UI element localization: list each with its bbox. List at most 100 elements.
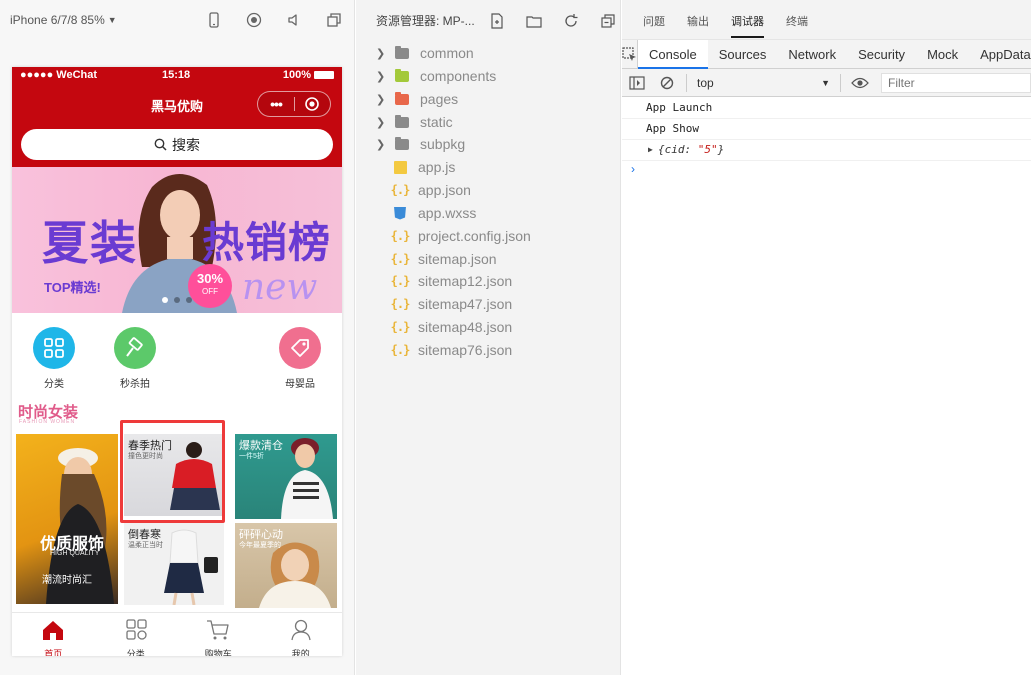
status-bar: ●●●●● WeChat 15:18 100% [12,67,342,83]
tree-file[interactable]: {.} sitemap.json [356,248,621,270]
tree-folder-static[interactable]: ❯ static [356,111,621,133]
chevron-down-icon[interactable]: ▼ [108,15,117,25]
hammer-icon [114,327,156,369]
tree-file[interactable]: {.} sitemap48.json [356,316,621,338]
chevron-right-icon[interactable]: ❯ [376,47,388,60]
console-message: App Launch [622,98,1031,119]
highlight-rectangle [120,420,225,523]
console-toolbar: top ▼ [622,69,1031,97]
expand-arrow-icon[interactable]: ▶ [648,140,653,160]
floor-tile[interactable]: 倒春寒 温柔正当时 [124,523,224,605]
record-icon[interactable] [245,11,263,29]
volume-icon[interactable] [285,11,303,29]
console-prompt[interactable]: › [631,162,635,176]
simulator-toolbar: iPhone 6/7/8 85% ▼ [0,0,355,40]
nav-item-baby[interactable]: 母婴品 [270,327,330,390]
more-menu-button[interactable]: ••• [258,96,294,112]
tab-console[interactable]: Console [638,39,708,69]
tree-label: project.config.json [418,228,531,244]
tab-appdata[interactable]: AppData [969,40,1031,69]
chevron-right-icon[interactable]: ❯ [376,70,388,83]
new-folder-icon[interactable] [525,12,543,30]
floor-tile[interactable]: 爆款清仓 一件5折 [235,434,337,519]
device-select[interactable]: iPhone 6/7/8 85% [10,13,105,27]
nav-item-flash-sale[interactable]: 秒杀拍 [105,327,165,390]
clear-console-icon[interactable] [652,76,682,90]
tab-debugger[interactable]: 调试器 [731,0,764,40]
swiper-dot[interactable] [162,297,168,303]
js-file-icon [392,160,408,174]
tree-folder-common[interactable]: ❯ common [356,42,621,64]
tab-cart[interactable]: 购物车 [177,613,260,656]
app-header: ●●●●● WeChat 15:18 100% 黑马优购 ••• 搜索 [12,67,342,167]
home-icon [43,621,64,640]
tree-folder-components[interactable]: ❯ components [356,65,621,87]
tab-sources[interactable]: Sources [708,40,778,69]
tree-label: app.js [418,159,456,175]
floor-tile[interactable]: 砰砰心动 今年最夏季的 [235,523,337,608]
refresh-icon[interactable] [562,12,580,30]
search-bar[interactable]: 搜索 [21,129,333,160]
nav-icon-grid: 分类 秒杀拍 母婴品 [12,327,342,392]
context-select[interactable]: top ▼ [691,73,836,93]
chevron-right-icon[interactable]: ❯ [376,116,388,129]
tree-folder-subpkg[interactable]: ❯ subpkg [356,133,621,155]
eye-icon[interactable] [845,77,875,89]
explorer-header: 资源管理器: MP-... [356,0,621,40]
tab-terminal[interactable]: 终端 [786,0,808,40]
console-object-message[interactable]: ▶ {cid: "5"} [622,140,1031,161]
collapse-all-icon[interactable] [599,12,617,30]
tab-home[interactable]: 首页 [12,613,95,656]
swiper-dot[interactable] [174,297,180,303]
tab-network[interactable]: Network [777,40,847,69]
tree-folder-pages[interactable]: ❯ pages [356,88,621,110]
chevron-right-icon[interactable]: ❯ [376,138,388,151]
json-file-icon: {.} [390,343,411,357]
css-file-icon [392,206,408,220]
folder-icon [394,45,410,60]
new-file-icon[interactable] [488,12,506,30]
nav-item-label: 分类 [44,379,64,390]
sidebar-toggle-icon[interactable] [622,75,652,90]
inspect-element-icon[interactable] [622,39,638,69]
tree-label: sitemap76.json [418,342,513,358]
tab-profile[interactable]: 我的 [260,613,343,656]
tree-file[interactable]: app.js [356,156,621,178]
close-miniprogram-button[interactable] [295,96,330,112]
object-separator: : [684,143,698,156]
tree-label: static [420,114,453,130]
tile-subtitle: 一件5折 [239,453,264,460]
tab-category[interactable]: 分类 [95,613,178,656]
tree-file[interactable]: {.} project.config.json [356,225,621,247]
banner-script-word: new [242,267,318,308]
tree-file[interactable]: app.wxss [356,202,621,224]
folder-icon [394,91,410,106]
tab-output[interactable]: 输出 [687,0,709,40]
tree-file[interactable]: {.} sitemap12.json [356,270,621,292]
banner-headline-right: 热销榜 [202,219,332,266]
nav-item-category[interactable]: 分类 [24,327,84,390]
tree-label: sitemap12.json [418,273,513,289]
swiper-banner[interactable]: 夏装 热销榜 TOP精选! 30% OFF new [12,167,342,313]
tab-problems[interactable]: 问题 [643,0,665,40]
grid-icon [33,327,75,369]
tree-file[interactable]: {.} sitemap76.json [356,339,621,361]
phone-icon[interactable] [205,11,223,29]
search-icon [154,138,167,151]
tree-label: sitemap.json [418,251,497,267]
tab-security[interactable]: Security [847,40,916,69]
tree-file[interactable]: {.} sitemap47.json [356,293,621,315]
tab-label: 分类 [126,649,145,656]
tab-mock[interactable]: Mock [916,40,969,69]
detach-window-icon[interactable] [325,11,343,29]
tab-label: 我的 [291,649,310,656]
json-file-icon: {.} [390,297,411,311]
chevron-right-icon[interactable]: ❯ [376,93,388,106]
file-explorer: 资源管理器: MP-... ❯ common ❯ components ❯ pa… [356,0,621,675]
explorer-title: 资源管理器: MP-... [376,13,475,28]
console-filter-input[interactable] [881,72,1031,93]
tree-file[interactable]: {.} app.json [356,179,621,201]
floor-tile-main[interactable]: 优质服饰 HIGH QUALITY 潮流时尚汇 [16,434,118,604]
discount-badge: 30% OFF [188,264,232,308]
swiper-dot[interactable] [186,297,192,303]
